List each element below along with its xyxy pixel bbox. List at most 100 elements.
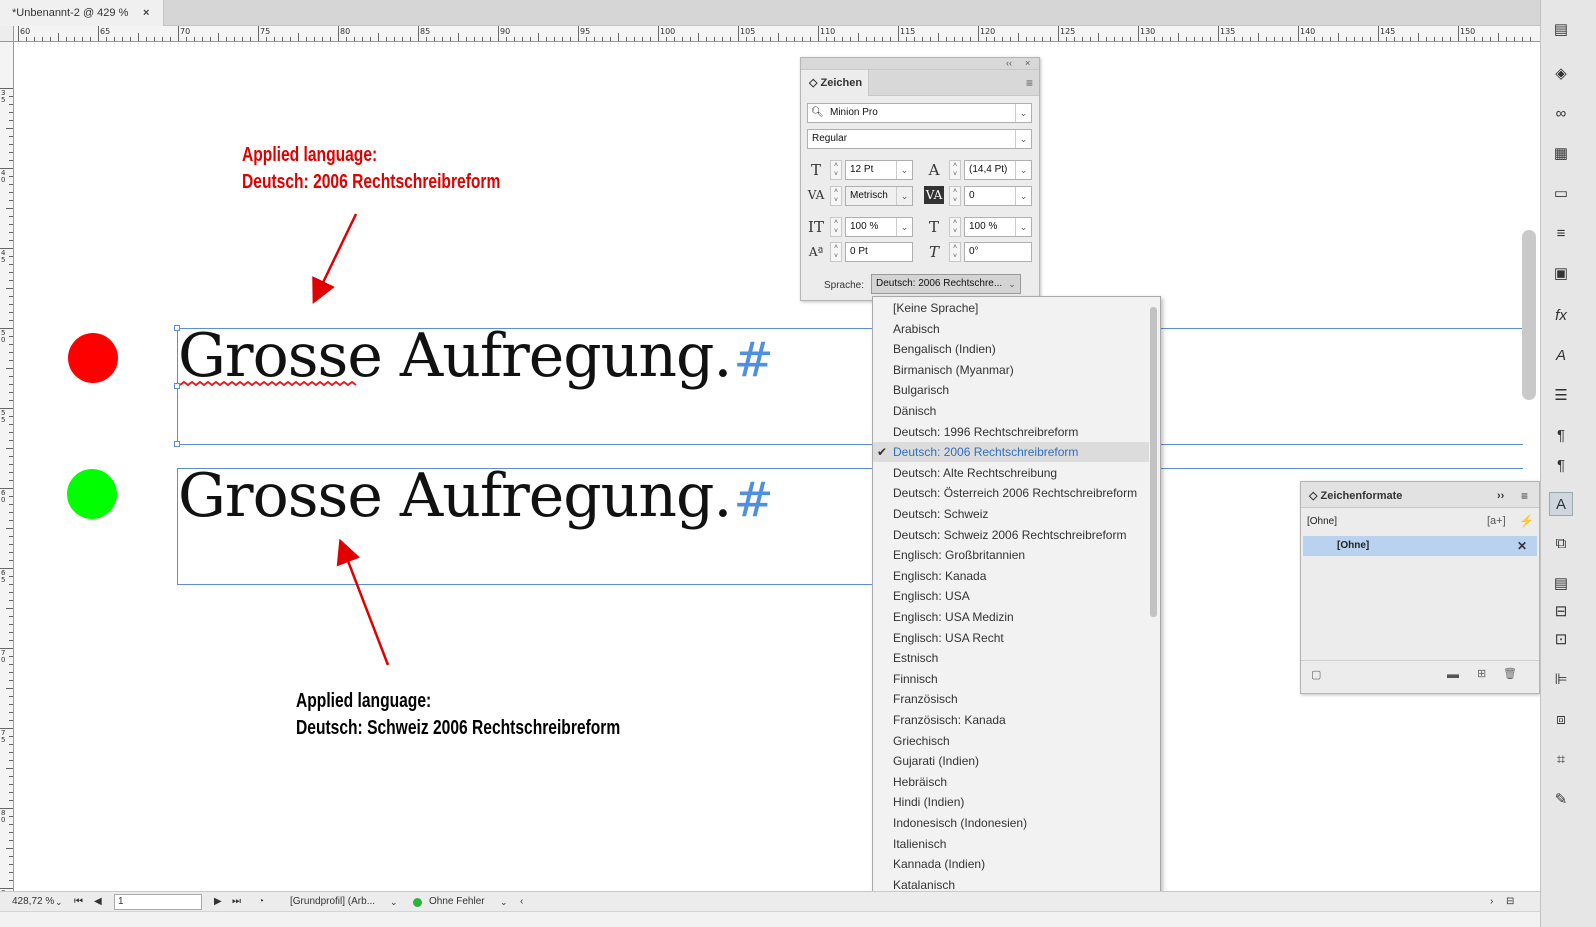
language-option[interactable]: Englisch: USA — [873, 586, 1149, 606]
language-option[interactable]: Estnisch — [873, 648, 1149, 668]
language-option[interactable]: Englisch: Großbritannien — [873, 545, 1149, 565]
view-split-icon[interactable]: ⊟ — [1506, 892, 1514, 912]
dropdown-scrollbar-thumb[interactable] — [1150, 307, 1157, 617]
chevron-down-icon[interactable]: ⌄ — [896, 187, 912, 205]
gradient-icon[interactable]: ▭ — [1549, 182, 1573, 206]
language-option[interactable]: Bulgarisch — [873, 380, 1149, 400]
zoom-level[interactable]: 428,72 % — [12, 892, 54, 912]
paragraph-styles-2-icon[interactable]: ¶ — [1549, 454, 1573, 478]
font-style-field[interactable]: Regular ⌄ — [807, 129, 1032, 149]
language-dropdown[interactable]: Deutsch: 2006 Rechtschre... ⌄ — [871, 274, 1021, 294]
cell-styles-icon[interactable]: ⊡ — [1549, 628, 1573, 652]
preflight-profile[interactable]: [Grundprofil] (Arb... — [290, 892, 375, 912]
kerning-field[interactable]: Metrisch ⌄ — [845, 186, 913, 206]
tracking-stepper[interactable]: ˄ ˅ — [949, 186, 961, 206]
chevron-down-icon[interactable]: ⌄ — [1015, 218, 1031, 236]
ruler-origin[interactable] — [0, 26, 14, 42]
document-canvas[interactable]: Grosse Aufregung.# Grosse Aufregung.# Ap… — [15, 43, 1539, 891]
language-option[interactable]: Deutsch: Österreich 2006 Rechtschreibref… — [873, 483, 1149, 503]
chevron-down-icon[interactable]: ⌄ — [1015, 104, 1031, 122]
language-option[interactable]: Französisch — [873, 689, 1149, 709]
tab-zeichen[interactable]: ◇ Zeichen — [801, 70, 869, 96]
language-option[interactable]: Französisch: Kanada — [873, 710, 1149, 730]
next-page-icon[interactable]: ▶ — [214, 892, 222, 912]
baseline-shift-field[interactable]: 0 Pt — [845, 242, 913, 262]
paragraph-icon[interactable]: ¶ — [1549, 424, 1573, 448]
vertical-scale-stepper[interactable]: ˄ ˅ — [830, 217, 842, 237]
language-dropdown-list[interactable]: [Keine Sprache] Arabisch Bengalisch (Indie… — [872, 296, 1161, 916]
page-number-field[interactable]: 1 — [114, 894, 202, 910]
table-icon[interactable]: ▤ — [1549, 572, 1573, 596]
object-styles-icon[interactable]: ⧉ — [1549, 532, 1573, 556]
table-styles-icon[interactable]: ⊟ — [1549, 600, 1573, 624]
leading-field[interactable]: (14,4 Pt) ⌄ — [964, 160, 1032, 180]
close-tab-icon[interactable]: × — [143, 0, 149, 26]
layers-icon[interactable]: ◈ — [1549, 62, 1573, 86]
chevron-down-icon[interactable]: ⌄ — [1015, 161, 1031, 179]
language-option[interactable]: Englisch: Kanada — [873, 566, 1149, 586]
pages-icon[interactable]: ▤ — [1549, 18, 1573, 42]
language-option[interactable]: Griechisch — [873, 731, 1149, 751]
first-page-icon[interactable]: ⏮ — [74, 892, 83, 912]
language-option[interactable]: Dänisch — [873, 401, 1149, 421]
chevron-down-icon[interactable]: ⌄ — [1015, 130, 1031, 148]
chevron-down-icon[interactable]: ⌄ — [1015, 187, 1031, 205]
load-styles-icon[interactable]: ▢ — [1311, 668, 1321, 681]
language-option[interactable]: Italienisch — [873, 834, 1149, 854]
font-size-field[interactable]: 12 Pt ⌄ — [845, 160, 913, 180]
horizontal-scale-field[interactable]: 100 % ⌄ — [964, 217, 1032, 237]
language-option[interactable]: Deutsch: Schweiz 2006 Rechtschreibreform — [873, 525, 1149, 545]
language-option[interactable]: Kannada (Indien) — [873, 854, 1149, 874]
vertical-ruler[interactable]: 3 54 04 55 05 56 06 57 07 58 08 — [0, 42, 14, 906]
last-page-icon[interactable]: ⏭ — [232, 892, 241, 912]
style-list-item-ohne[interactable]: [Ohne] ✕ — [1303, 536, 1537, 556]
language-option[interactable]: Englisch: USA Medizin — [873, 607, 1149, 627]
language-option[interactable]: Deutsch: Alte Rechtschreibung — [873, 463, 1149, 483]
new-style-from-selection-icon[interactable]: [a+] — [1487, 515, 1506, 527]
horizontal-ruler[interactable]: 60 65 70 75 80 85 90 95 100 105 110 115 120 125 130 135… — [14, 26, 1556, 42]
language-option[interactable]: Deutsch: 1996 Rechtschreibreform — [873, 422, 1149, 442]
paragraph-styles-icon[interactable]: ☰ — [1549, 384, 1573, 408]
panel-menu-icon[interactable]: ≡ — [1026, 77, 1033, 89]
fx-icon[interactable]: fx — [1549, 304, 1573, 328]
language-option[interactable]: Deutsch: Schweiz — [873, 504, 1149, 524]
tracking-field[interactable]: 0 ⌄ — [964, 186, 1032, 206]
horizontal-scrollbar[interactable] — [0, 911, 1540, 927]
chevron-down-icon[interactable]: ⌄ — [1004, 275, 1020, 293]
document-tab[interactable]: *Unbenannt-2 @ 429 % × — [0, 0, 164, 26]
new-group-folder-icon[interactable]: ▬ — [1447, 667, 1459, 681]
effects-icon[interactable]: ▣ — [1549, 262, 1573, 286]
swatches-icon[interactable]: ▦ — [1549, 142, 1573, 166]
stroke-icon[interactable]: ≡ — [1549, 222, 1573, 246]
language-option[interactable]: [Keine Sprache] — [873, 298, 1149, 318]
language-option[interactable]: Finnisch — [873, 669, 1149, 689]
baseline-shift-stepper[interactable]: ˄ ˅ — [830, 242, 842, 262]
articles-icon[interactable]: ✎ — [1549, 788, 1573, 812]
delete-style-icon[interactable]: 🗑︎ — [1503, 667, 1517, 680]
skew-field[interactable]: 0° — [964, 242, 1032, 262]
align-icon[interactable]: ⊫ — [1549, 668, 1573, 692]
language-option[interactable]: Indonesisch (Indonesien) — [873, 813, 1149, 833]
preflight-profile-icon[interactable]: ◔ — [258, 892, 264, 912]
close-panel-icon[interactable]: × — [1025, 58, 1030, 69]
collapse-panel-icon[interactable]: ‹‹ — [1006, 58, 1012, 69]
previous-page-icon[interactable]: ◀ — [94, 892, 102, 912]
font-family-field[interactable]: 🔍︎ Minion Pro ⌄ — [807, 103, 1032, 123]
scroll-left-icon[interactable]: ‹ — [520, 892, 523, 912]
new-style-icon[interactable]: ⊞ — [1477, 667, 1486, 680]
character-styles-icon[interactable]: A — [1549, 492, 1573, 516]
language-option[interactable]: Arabisch — [873, 319, 1149, 339]
transform-icon[interactable]: ⌗ — [1549, 748, 1573, 772]
scroll-right-icon[interactable]: › — [1490, 892, 1493, 912]
kerning-stepper[interactable]: ˄ ˅ — [830, 186, 842, 206]
chevron-down-icon[interactable]: ⌄ — [896, 218, 912, 236]
language-option[interactable]: Englisch: USA Recht — [873, 628, 1149, 648]
panel-menu-icon[interactable]: ≡ — [1521, 482, 1528, 510]
zoom-chevron-down-icon[interactable]: ⌄ — [55, 892, 63, 912]
character-icon[interactable]: A — [1549, 344, 1573, 368]
language-option[interactable]: Hindi (Indien) — [873, 792, 1149, 812]
horizontal-scale-stepper[interactable]: ˄ ˅ — [949, 217, 961, 237]
language-option[interactable]: Gujarati (Indien) — [873, 751, 1149, 771]
profile-chevron-down-icon[interactable]: ⌄ — [390, 892, 398, 912]
links-icon[interactable]: ∞ — [1549, 102, 1573, 126]
